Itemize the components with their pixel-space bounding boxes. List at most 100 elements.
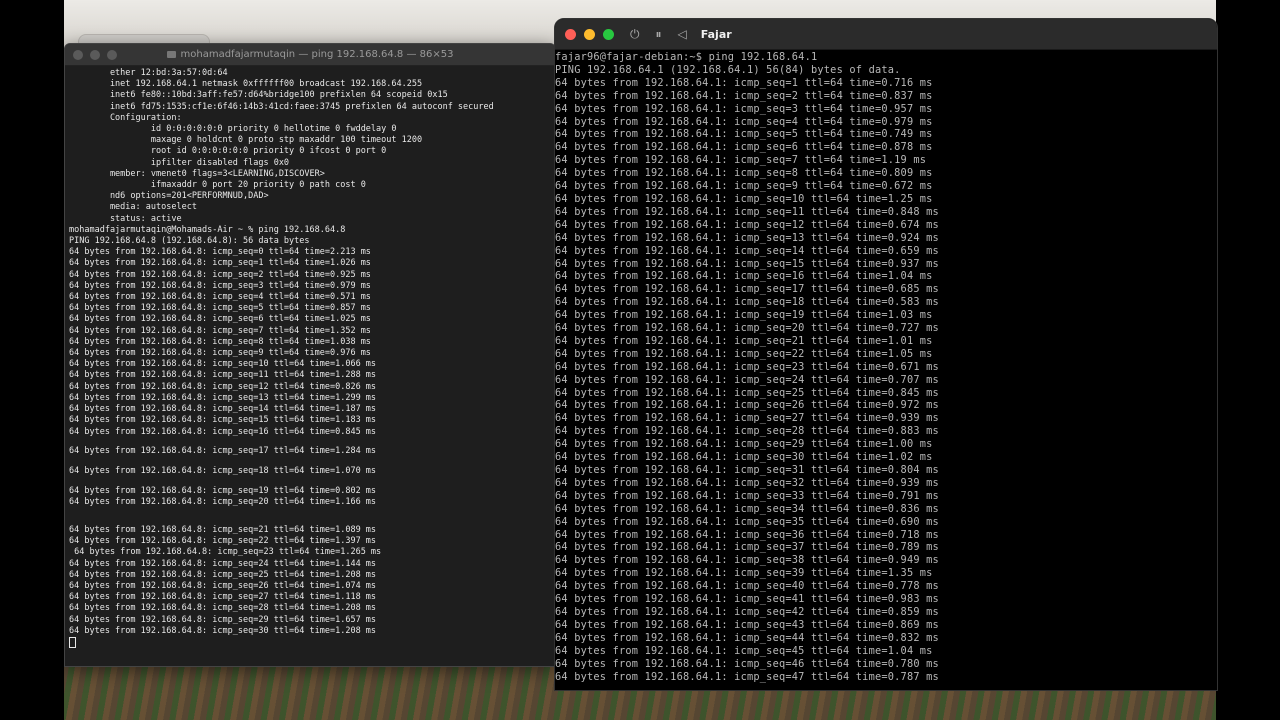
- host-terminal-line: 64 bytes from 192.168.64.8: icmp_seq=10 …: [69, 359, 377, 370]
- host-terminal-line: 64 bytes from 192.168.64.8: icmp_seq=2 t…: [69, 269, 371, 280]
- vm-terminal-line: 64 bytes from 192.168.64.1: icmp_seq=12 …: [555, 218, 939, 231]
- host-terminal-line: status: active: [69, 213, 182, 224]
- host-terminal-line: 64 bytes from 192.168.64.8: icmp_seq=24 …: [69, 558, 377, 569]
- vm-terminal-line: 64 bytes from 192.168.64.1: icmp_seq=2 t…: [555, 89, 933, 102]
- vm-terminal-line: 64 bytes from 192.168.64.1: icmp_seq=20 …: [555, 322, 939, 335]
- host-terminal-line: ether 12:bd:3a:57:0d:64: [69, 68, 228, 78]
- host-terminal-line: 64 bytes from 192.168.64.8: icmp_seq=7 t…: [69, 325, 371, 336]
- pause-icon[interactable]: ⏸: [656, 27, 662, 42]
- host-terminal-line: nd6 options=201<PERFORMNUD,DAD>: [69, 191, 269, 202]
- vm-terminal-line: 64 bytes from 192.168.64.1: icmp_seq=45 …: [555, 644, 933, 657]
- vm-zoom-button[interactable]: [603, 28, 614, 40]
- vm-terminal-line: 64 bytes from 192.168.64.1: icmp_seq=38 …: [555, 554, 939, 567]
- vm-terminal-line: 64 bytes from 192.168.64.1: icmp_seq=21 …: [555, 334, 933, 347]
- vm-terminal-line: 64 bytes from 192.168.64.1: icmp_seq=11 …: [555, 205, 939, 218]
- vm-terminal-line: 64 bytes from 192.168.64.1: icmp_seq=4 t…: [555, 115, 933, 128]
- host-terminal-line: 64 bytes from 192.168.64.8: icmp_seq=27 …: [69, 592, 377, 603]
- back-icon[interactable]: ◁: [678, 27, 687, 41]
- vm-terminal-line: 64 bytes from 192.168.64.1: icmp_seq=30 …: [555, 451, 933, 464]
- vm-terminal-line: 64 bytes from 192.168.64.1: icmp_seq=32 …: [555, 476, 939, 489]
- vm-terminal-line: 64 bytes from 192.168.64.1: icmp_seq=26 …: [555, 399, 939, 412]
- host-terminal-line: ipfilter disabled flags 0x0: [69, 157, 290, 168]
- host-terminal-title: mohamadfajarmutaqin — ping 192.168.64.8 …: [180, 49, 454, 60]
- vm-terminal-line: 64 bytes from 192.168.64.1: icmp_seq=28 …: [555, 425, 939, 438]
- vm-terminal-line: 64 bytes from 192.168.64.1: icmp_seq=44 …: [555, 631, 939, 644]
- vm-terminal-line: 64 bytes from 192.168.64.1: icmp_seq=36 …: [555, 528, 939, 541]
- vm-terminal-titlebar[interactable]: ⏻ ⏸ ◁ Fajar: [555, 19, 1217, 50]
- host-terminal-window[interactable]: mohamadfajarmutaqin — ping 192.168.64.8 …: [64, 43, 556, 667]
- host-terminal-titlebar[interactable]: mohamadfajarmutaqin — ping 192.168.64.8 …: [65, 44, 555, 66]
- vm-terminal-line: 64 bytes from 192.168.64.1: icmp_seq=6 t…: [555, 141, 933, 154]
- vm-terminal-line: 64 bytes from 192.168.64.1: icmp_seq=8 t…: [555, 167, 933, 180]
- host-terminal-line: 64 bytes from 192.168.64.8: icmp_seq=9 t…: [69, 348, 371, 359]
- vm-close-button[interactable]: [565, 28, 576, 40]
- vm-terminal-line: 64 bytes from 192.168.64.1: icmp_seq=27 …: [555, 412, 939, 425]
- letterbox-right: [1216, 0, 1280, 720]
- host-terminal-line: 64 bytes from 192.168.64.8: icmp_seq=11 …: [69, 370, 377, 381]
- vm-terminal-line: 64 bytes from 192.168.64.1: icmp_seq=24 …: [555, 373, 939, 386]
- power-icon[interactable]: ⏻: [630, 27, 640, 42]
- vm-terminal-line: 64 bytes from 192.168.64.1: icmp_seq=19 …: [555, 309, 933, 322]
- host-terminal-line: [69, 457, 555, 466]
- host-terminal-line: 64 bytes from 192.168.64.8: icmp_seq=16 …: [69, 426, 377, 437]
- host-terminal-line: 64 bytes from 192.168.64.8: icmp_seq=6 t…: [69, 314, 371, 325]
- vm-window-controls: [565, 28, 614, 40]
- host-terminal-line: [69, 438, 555, 447]
- host-terminal-line: 64 bytes from 192.168.64.8: icmp_seq=20 …: [69, 496, 377, 507]
- host-terminal-line: 64 bytes from 192.168.64.8: icmp_seq=3 t…: [69, 280, 371, 291]
- vm-terminal-line: 64 bytes from 192.168.64.1: icmp_seq=34 …: [555, 502, 939, 515]
- vm-terminal-line: 64 bytes from 192.168.64.1: icmp_seq=15 …: [555, 257, 939, 270]
- host-terminal-line: 64 bytes from 192.168.64.8: icmp_seq=23 …: [69, 547, 382, 558]
- host-terminal-line: 64 bytes from 192.168.64.8: icmp_seq=0 t…: [69, 247, 371, 258]
- vm-terminal-line: 64 bytes from 192.168.64.1: icmp_seq=17 …: [555, 283, 939, 296]
- host-terminal-line: 64 bytes from 192.168.64.8: icmp_seq=30 …: [69, 625, 377, 636]
- vm-terminal-line: 64 bytes from 192.168.64.1: icmp_seq=3 t…: [555, 102, 933, 115]
- vm-terminal-line: 64 bytes from 192.168.64.1: icmp_seq=18 …: [555, 296, 939, 309]
- vm-terminal-line: 64 bytes from 192.168.64.1: icmp_seq=10 …: [555, 192, 933, 205]
- vm-terminal-line: 64 bytes from 192.168.64.1: icmp_seq=42 …: [555, 605, 939, 618]
- vm-terminal-line: 64 bytes from 192.168.64.1: icmp_seq=13 …: [555, 231, 939, 244]
- host-terminal-line: 64 bytes from 192.168.64.8: icmp_seq=22 …: [69, 536, 377, 547]
- host-terminal-line: 64 bytes from 192.168.64.8: icmp_seq=4 t…: [69, 292, 371, 303]
- host-terminal-line: root id 0:0:0:0:0:0 priority 0 ifcost 0 …: [69, 146, 387, 157]
- host-terminal-line: [69, 477, 555, 486]
- host-terminal-cursor-line: [69, 637, 555, 651]
- vm-terminal-line: PING 192.168.64.1 (192.168.64.1) 56(84) …: [555, 63, 901, 76]
- vm-terminal-line: 64 bytes from 192.168.64.1: icmp_seq=33 …: [555, 489, 939, 502]
- vm-terminal-line: 64 bytes from 192.168.64.1: icmp_seq=1 t…: [555, 76, 933, 89]
- host-terminal-line: media: autoselect: [69, 202, 197, 213]
- host-terminal-line: inet6 fe80::10bd:3aff:fe57:d64%bridge100…: [69, 90, 448, 101]
- host-terminal-line: 64 bytes from 192.168.64.8: icmp_seq=1 t…: [69, 258, 371, 269]
- vm-minimize-button[interactable]: [584, 28, 595, 40]
- host-terminal-line: 64 bytes from 192.168.64.8: icmp_seq=15 …: [69, 415, 377, 426]
- host-terminal-line: 64 bytes from 192.168.64.8: icmp_seq=14 …: [69, 404, 377, 415]
- folder-icon: [166, 51, 176, 58]
- host-terminal-line: 64 bytes from 192.168.64.8: icmp_seq=5 t…: [69, 303, 371, 314]
- vm-terminal-line: 64 bytes from 192.168.64.1: icmp_seq=40 …: [555, 580, 939, 593]
- host-terminal-output[interactable]: ether 12:bd:3a:57:0d:64 inet 192.168.64.…: [65, 66, 555, 651]
- vm-title: Fajar: [700, 27, 732, 41]
- vm-terminal-line: 64 bytes from 192.168.64.1: icmp_seq=29 …: [555, 438, 933, 451]
- vm-terminal-line: 64 bytes from 192.168.64.1: icmp_seq=23 …: [555, 360, 939, 373]
- vm-terminal-line: 64 bytes from 192.168.64.1: icmp_seq=39 …: [555, 567, 933, 580]
- host-terminal-line: 64 bytes from 192.168.64.8: icmp_seq=28 …: [69, 603, 377, 614]
- vm-terminal-line: 64 bytes from 192.168.64.1: icmp_seq=7 t…: [555, 154, 927, 167]
- vm-terminal-output[interactable]: fajar96@fajar-debian:~$ ping 192.168.64.…: [555, 50, 1217, 683]
- host-terminal-title-wrap: mohamadfajarmutaqin — ping 192.168.64.8 …: [65, 49, 555, 60]
- vm-terminal-window[interactable]: ⏻ ⏸ ◁ Fajar fajar96@fajar-debian:~$ ping…: [554, 18, 1218, 691]
- host-terminal-line: maxage 0 holdcnt 0 proto stp maxaddr 100…: [69, 135, 423, 146]
- vm-terminal-line: fajar96@fajar-debian:~$ ping 192.168.64.…: [555, 51, 818, 63]
- host-terminal-line: [69, 517, 555, 526]
- vm-terminal-line: 64 bytes from 192.168.64.1: icmp_seq=41 …: [555, 593, 939, 606]
- host-terminal-line: 64 bytes from 192.168.64.8: icmp_seq=17 …: [69, 446, 377, 457]
- vm-terminal-line: 64 bytes from 192.168.64.1: icmp_seq=22 …: [555, 347, 933, 360]
- host-terminal-line: 64 bytes from 192.168.64.8: icmp_seq=25 …: [69, 569, 377, 580]
- host-terminal-line: 64 bytes from 192.168.64.8: icmp_seq=13 …: [69, 392, 377, 403]
- letterbox-left: [0, 0, 64, 720]
- host-terminal-line: member: vmenet0 flags=3<LEARNING,DISCOVE…: [69, 168, 325, 179]
- host-terminal-line: id 0:0:0:0:0:0 priority 0 hellotime 0 fw…: [69, 124, 397, 135]
- host-terminal-line: PING 192.168.64.8 (192.168.64.8): 56 dat…: [69, 236, 310, 247]
- text-cursor: [69, 637, 76, 649]
- host-terminal-line: mohamadfajarmutaqin@Mohamads-Air ~ % pin…: [69, 224, 346, 235]
- host-terminal-line: 64 bytes from 192.168.64.8: icmp_seq=29 …: [69, 614, 377, 625]
